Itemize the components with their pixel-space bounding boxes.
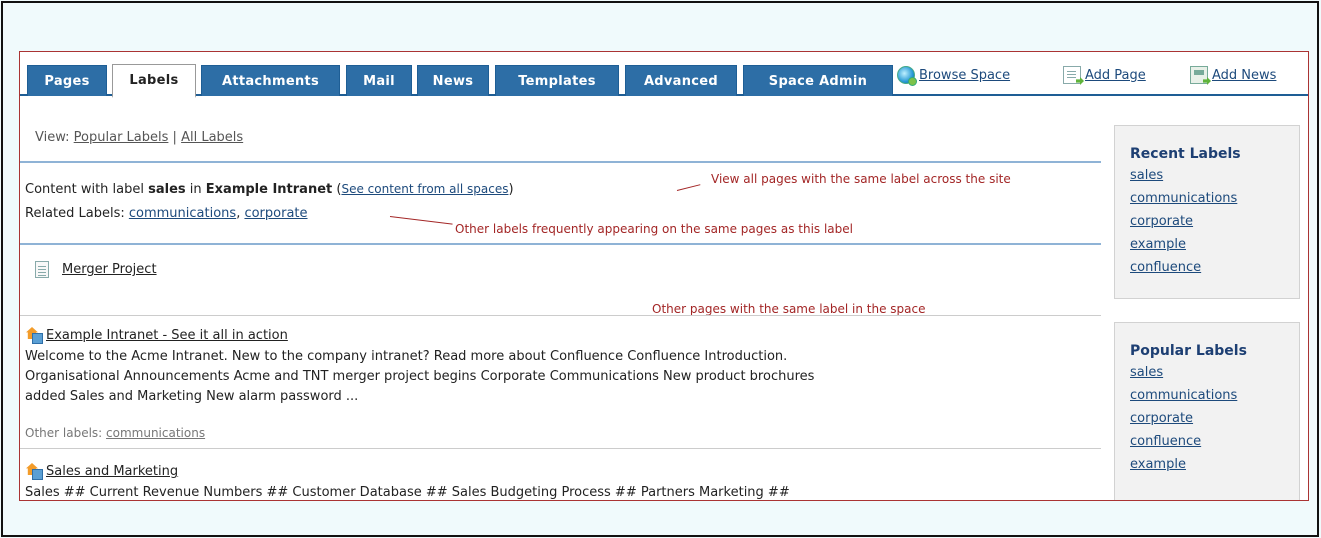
add-page-label: Add Page: [1085, 67, 1146, 83]
recent-labels-box: Recent Labels sales communications corpo…: [1114, 125, 1300, 299]
confluence-labels-panel: Pages Labels Attachments Mail News Templ…: [19, 51, 1309, 501]
add-news-icon: [1190, 66, 1208, 84]
add-page-icon: [1063, 66, 1081, 84]
annotation-line: [389, 216, 453, 225]
current-space: Example Intranet: [205, 182, 333, 197]
view-prefix: View:: [35, 130, 70, 145]
current-label: sales: [148, 182, 186, 197]
excerpt-line: Welcome to the Acme Intranet. New to the…: [25, 349, 788, 364]
popular-label-corporate[interactable]: corporate: [1130, 407, 1299, 430]
divider: [20, 448, 1101, 449]
other-labels: Other labels: communications: [25, 426, 205, 440]
related-label-corporate[interactable]: corporate: [244, 206, 307, 221]
result-excerpt: Welcome to the Acme Intranet. New to the…: [25, 347, 1085, 407]
tab-templates[interactable]: Templates: [495, 65, 619, 96]
tab-advanced[interactable]: Advanced: [625, 65, 737, 96]
excerpt-line: Sales ## Current Revenue Numbers ## Cust…: [25, 485, 790, 500]
other-label-communications[interactable]: communications: [106, 426, 205, 440]
tab-bar: Pages Labels Attachments Mail News Templ…: [20, 52, 1308, 98]
related-label-communications[interactable]: communications: [129, 206, 236, 221]
recent-label-confluence[interactable]: confluence: [1130, 256, 1299, 279]
popular-label-communications[interactable]: communications: [1130, 384, 1299, 407]
excerpt-line: Organisational Announcements Acme and TN…: [25, 369, 815, 384]
browse-space-label: Browse Space: [919, 67, 1011, 83]
result-excerpt: Sales ## Current Revenue Numbers ## Cust…: [25, 483, 1085, 500]
tab-pages[interactable]: Pages: [27, 65, 107, 96]
popular-label-confluence[interactable]: confluence: [1130, 430, 1299, 453]
popular-labels-link[interactable]: Popular Labels: [74, 130, 169, 145]
popular-label-example[interactable]: example: [1130, 453, 1299, 476]
content-header-in: in: [185, 182, 206, 197]
related-labels: Related Labels: communications, corporat…: [25, 206, 308, 221]
add-news-link[interactable]: Add News: [1190, 65, 1276, 85]
space-home-icon: [25, 463, 43, 480]
space-home-icon: [25, 327, 43, 344]
add-page-link[interactable]: Add Page: [1063, 65, 1146, 85]
tab-space-admin[interactable]: Space Admin: [743, 65, 893, 96]
popular-label-sales[interactable]: sales: [1130, 361, 1299, 384]
divider: [20, 243, 1101, 245]
labels-main-column: View: Popular Labels | All Labels Conten…: [20, 98, 1101, 500]
browse-space-icon: [897, 66, 917, 86]
popular-labels-box: Popular Labels sales communications corp…: [1114, 322, 1300, 500]
result-title-example-intranet[interactable]: Example Intranet - See it all in action: [46, 328, 288, 343]
page-icon: [35, 261, 49, 278]
excerpt-line: added Sales and Marketing New alarm pass…: [25, 389, 359, 404]
add-news-label: Add News: [1212, 67, 1277, 83]
browse-space-link[interactable]: Browse Space: [897, 65, 1011, 86]
recent-label-sales[interactable]: sales: [1130, 164, 1299, 187]
related-labels-prefix: Related Labels:: [25, 206, 129, 221]
annotation-other-pages: Other pages with the same label in the s…: [652, 302, 926, 316]
all-labels-link[interactable]: All Labels: [181, 130, 243, 145]
recent-label-corporate[interactable]: corporate: [1130, 210, 1299, 233]
see-all-spaces-link[interactable]: See content from all spaces: [341, 182, 508, 196]
recent-labels-title: Recent Labels: [1130, 146, 1241, 162]
divider: [20, 315, 1101, 316]
content-header-text: Content with label: [25, 182, 149, 197]
view-separator: |: [172, 130, 177, 145]
annotation-other-labels: Other labels frequently appearing on the…: [455, 222, 853, 236]
result-title-sales-and-marketing[interactable]: Sales and Marketing: [46, 464, 178, 479]
paren-close: ): [508, 182, 514, 197]
recent-label-example[interactable]: example: [1130, 233, 1299, 256]
view-switcher: View: Popular Labels | All Labels: [35, 130, 243, 145]
divider: [20, 161, 1101, 163]
result-title-merger-project[interactable]: Merger Project: [62, 262, 157, 277]
other-labels-prefix: Other labels:: [25, 426, 107, 440]
tab-news[interactable]: News: [417, 65, 489, 96]
content-header: Content with label sales in Example Intr…: [25, 182, 514, 197]
tab-attachments[interactable]: Attachments: [201, 65, 340, 96]
tab-mail[interactable]: Mail: [346, 65, 412, 96]
annotation-line: [676, 184, 701, 191]
recent-label-communications[interactable]: communications: [1130, 187, 1299, 210]
annotation-view-all: View all pages with the same label acros…: [711, 172, 1011, 186]
tab-labels[interactable]: Labels: [112, 64, 196, 98]
popular-labels-title: Popular Labels: [1130, 343, 1247, 359]
